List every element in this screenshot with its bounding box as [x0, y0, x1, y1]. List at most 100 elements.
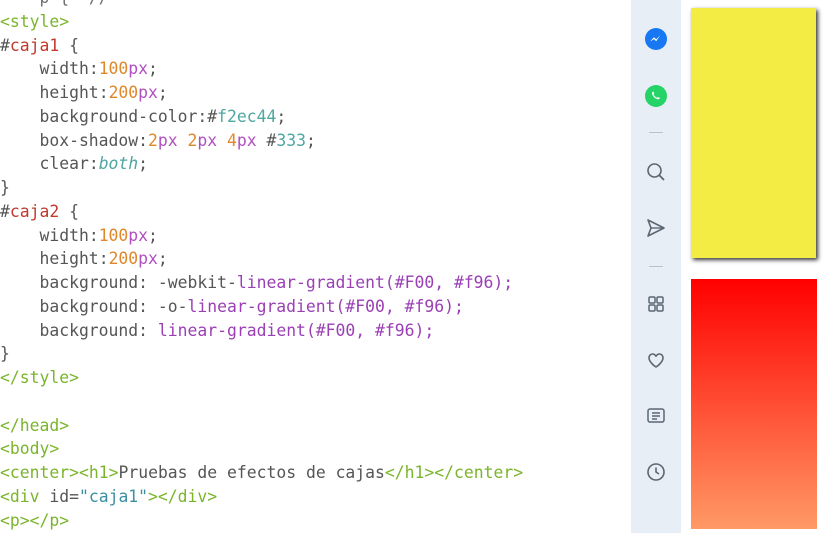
code-token: >: [424, 463, 435, 482]
code-token: 200: [108, 83, 139, 102]
code-token: <: [0, 486, 10, 506]
code-token: >: [108, 463, 119, 482]
code-token: background-color: [0, 106, 198, 126]
code-token: >: [59, 415, 70, 435]
code-token: 200: [108, 249, 139, 269]
code-token: background: [0, 273, 139, 292]
code-line: <div id="caja1"></div>: [0, 485, 523, 509]
code-token: (#F00, #f96);: [384, 273, 514, 292]
code-token: /: [99, 0, 109, 7]
code-line: height:200px;: [0, 247, 523, 271]
messenger-icon[interactable]: [644, 27, 668, 51]
code-token: #: [0, 35, 10, 55]
caja2-box: [691, 279, 817, 529]
code-token: caja2: [9, 201, 60, 221]
code-token: >: [513, 463, 524, 482]
code-line: background: -o-linear-gradient(#F00, #f9…: [0, 295, 523, 319]
apps-grid-icon[interactable]: [644, 292, 668, 316]
code-token: Pruebas de efectos de cajas: [118, 463, 385, 482]
code-token: style: [9, 11, 60, 31]
code-token: </: [434, 463, 455, 482]
code-editor[interactable]: p { //<style>#caja1 { width:100px; heigh…: [0, 0, 631, 533]
code-token: /: [89, 0, 99, 7]
code-token: 4: [227, 130, 237, 150]
code-token: height: [0, 249, 99, 269]
code-token: px: [197, 130, 218, 150]
code-token: background: [0, 296, 139, 316]
code-token: p: [9, 510, 20, 530]
code-line: width:100px;: [0, 224, 523, 248]
code-token: >: [69, 368, 79, 387]
code-line: #caja2 {: [0, 200, 523, 224]
code-lines: p { //<style>#caja1 { width:100px; heigh…: [0, 0, 523, 533]
code-token: background: [0, 320, 139, 340]
code-line: <body>: [0, 437, 523, 461]
search-icon[interactable]: [644, 160, 668, 184]
code-line: #caja1 {: [0, 34, 523, 58]
code-token: :: [138, 320, 158, 340]
code-token: >: [59, 11, 70, 31]
news-icon[interactable]: [644, 404, 668, 428]
code-line: height:200px;: [0, 81, 523, 105]
code-token: <: [0, 439, 10, 459]
caja1-box: [691, 8, 816, 258]
code-token: <: [0, 510, 10, 530]
code-line: <center><h1>Pruebas de efectos de cajas<…: [0, 461, 523, 485]
code-token: ;: [148, 225, 158, 245]
code-token: id=: [39, 486, 79, 506]
preview-panel: [681, 0, 836, 533]
code-token: width: [0, 59, 89, 79]
code-token: ;: [157, 249, 168, 269]
code-token: :: [88, 154, 99, 174]
code-token: :: [138, 130, 149, 150]
code-token: </: [29, 510, 50, 530]
code-token: px: [128, 59, 149, 79]
code-token: both: [98, 154, 139, 174]
code-token: : -o-: [138, 296, 188, 316]
send-icon[interactable]: [644, 216, 668, 240]
code-line: p { //: [0, 0, 523, 10]
code-token: 2: [148, 130, 158, 150]
code-token: <: [0, 463, 10, 482]
code-token: >: [49, 439, 60, 459]
code-token: }: [0, 178, 10, 197]
history-clock-icon[interactable]: [644, 460, 668, 484]
code-token: linear-gradient: [157, 320, 306, 340]
code-line: background-color:#f2ec44;: [0, 105, 523, 129]
code-token: box-shadow: [0, 130, 139, 150]
code-token: ;: [148, 59, 158, 79]
code-token: f2ec44: [217, 106, 277, 126]
code-token: >: [19, 510, 30, 530]
code-token: style: [19, 368, 70, 387]
code-line: background: linear-gradient(#F00, #f96);: [0, 319, 523, 343]
code-token: (#F00, #f96);: [335, 296, 464, 316]
code-line: background: -webkit-linear-gradient(#F00…: [0, 271, 523, 295]
code-token: 100: [98, 59, 129, 79]
code-token: {: [59, 201, 79, 221]
code-token: px: [236, 130, 257, 150]
code-token: ;: [157, 83, 168, 102]
code-token: px: [157, 130, 178, 150]
code-line: <p></p>: [0, 509, 523, 533]
code-token: </: [157, 486, 178, 506]
code-token: >: [69, 463, 79, 482]
heart-icon[interactable]: [644, 348, 668, 372]
code-line: width:100px;: [0, 57, 523, 81]
sidebar-separator: [649, 266, 663, 267]
code-token: >: [148, 486, 158, 506]
code-token: center: [454, 463, 514, 482]
code-token: width: [0, 225, 89, 245]
whatsapp-icon[interactable]: [644, 84, 668, 108]
code-token: #: [207, 106, 218, 126]
code-token: div: [9, 486, 40, 506]
sidebar-separator: [649, 132, 663, 133]
code-line: box-shadow:2px 2px 4px #333;: [0, 129, 523, 153]
code-token: <: [0, 11, 10, 31]
code-token: div: [177, 486, 208, 506]
code-token: {: [59, 35, 79, 55]
